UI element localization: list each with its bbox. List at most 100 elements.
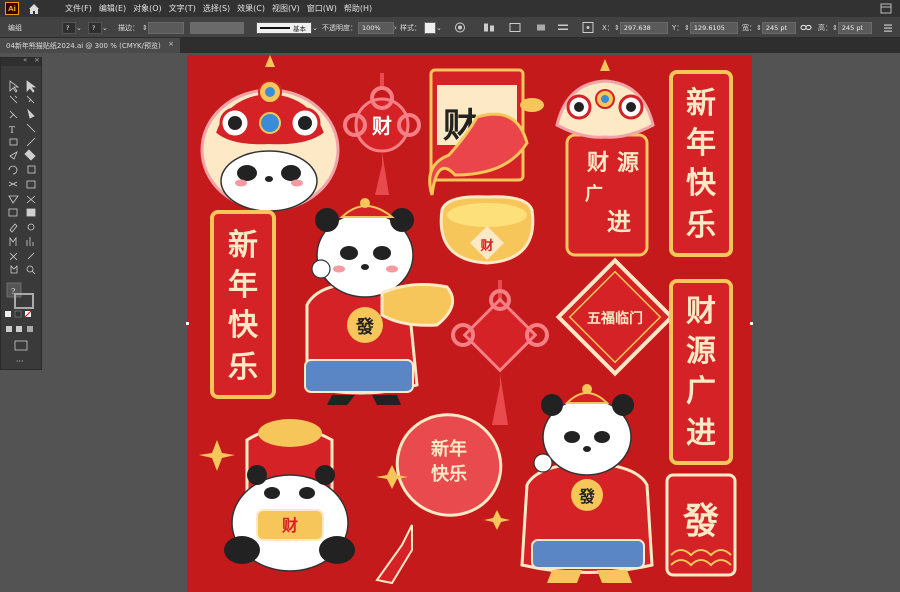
tools-panel: «× T ? ··· <box>0 56 42 370</box>
link-icon[interactable] <box>800 20 812 35</box>
document-tab-bar: 04新年熊猫贴纸2024.ai @ 300 % (CMYK/预览) × <box>0 38 900 53</box>
style-label: 样式： <box>400 23 421 32</box>
couplet-left-char-1: 年 <box>228 268 258 303</box>
tool-icons: T ? ··· <box>5 80 37 366</box>
couplet-rb-char-0: 财 <box>686 294 716 329</box>
couplet-rb-char-2: 广 <box>686 374 716 409</box>
more-options-icon[interactable] <box>556 20 570 35</box>
red-envelope-fish-sticker[interactable]: 财 <box>428 68 544 196</box>
lion-dance-tag-sticker[interactable]: 财 源 广 进 <box>555 59 655 257</box>
close-icon[interactable]: × <box>168 40 174 48</box>
tag-char-0: 财 <box>587 150 609 176</box>
couplet-left-char-2: 快 <box>228 308 259 343</box>
document-tab-title: 04新年熊猫贴纸2024.ai @ 300 % (CMYK/预览) <box>6 41 161 50</box>
tag-char-1: 源 <box>617 150 639 176</box>
svg-text:···: ··· <box>16 357 24 366</box>
align-icon[interactable] <box>482 20 496 35</box>
recolor-artwork-icon[interactable] <box>454 20 466 35</box>
transform-icon[interactable] <box>508 20 522 35</box>
menu-select[interactable]: 选择(S) <box>203 3 230 14</box>
lantern-text-1: 新年 <box>431 438 467 460</box>
selection-type-label: 编组 <box>8 23 22 32</box>
menu-file[interactable]: 文件(F) <box>65 3 92 14</box>
bag-char-cai: 财 <box>281 516 298 535</box>
panda-lucky-bag-sticker[interactable]: 财 <box>199 419 355 572</box>
chevron-down-icon[interactable]: ⌄ <box>76 24 82 32</box>
chevron-down-icon[interactable]: ⌄ <box>436 24 442 32</box>
menu-type[interactable]: 文字(T) <box>169 3 196 14</box>
couplet-right-char-0: 新 <box>686 86 716 121</box>
lantern-text-2: 快乐 <box>431 463 467 485</box>
height-field[interactable]: 245 pt <box>837 21 872 34</box>
menu-view[interactable]: 视图(V) <box>272 3 300 14</box>
tag-char-2: 广 <box>585 183 603 205</box>
couplet-left-char-3: 乐 <box>228 350 258 385</box>
width-field[interactable]: 245 pt <box>761 21 796 34</box>
stroke-label: 描边： <box>118 23 139 32</box>
workspace-switcher-icon[interactable] <box>880 3 892 14</box>
couplet-left-char-0: 新 <box>228 228 258 263</box>
selection-handle-right[interactable] <box>750 322 753 325</box>
menu-object[interactable]: 对象(O) <box>133 3 162 14</box>
menu-help[interactable]: 帮助(H) <box>344 3 372 14</box>
ingot-char-cai: 财 <box>480 238 493 254</box>
artboard[interactable]: 财 财 财 源 广 进 新 年 快 乐 财 新 年 快 乐 發 五福临门 财 源… <box>187 55 752 592</box>
control-bar: 编组 ? ⌄ ? ⌄ 描边： ⇕ 基本 ⌄ 不透明度： 100% › 样式： ⌄ X： … <box>0 17 900 38</box>
chinese-knot-sticker[interactable]: 财 <box>343 73 421 195</box>
diamond-text: 五福临门 <box>587 310 643 327</box>
menu-window[interactable]: 窗口(W) <box>307 3 337 14</box>
couplet-sticker-right-top[interactable]: 新 年 快 乐 <box>669 70 733 257</box>
home-icon[interactable] <box>27 2 41 15</box>
chevron-down-icon[interactable]: ⌄ <box>102 24 108 32</box>
variable-width-profile[interactable] <box>190 21 244 34</box>
couplet-right-char-3: 乐 <box>686 208 716 243</box>
width-label: 宽： <box>742 23 756 32</box>
chinese-knot-center-sticker[interactable] <box>451 280 549 425</box>
chevron-right-icon[interactable]: › <box>394 24 397 32</box>
y-label: Y： <box>672 23 684 32</box>
lion-dance-panda-sticker[interactable] <box>200 55 340 212</box>
x-label: X： <box>602 23 614 32</box>
selection-handle-left[interactable] <box>186 322 189 325</box>
fill-swatch[interactable]: ? <box>62 21 76 34</box>
knot-char-cai: 财 <box>372 114 392 138</box>
brush-definition-select[interactable]: 基本 <box>256 21 312 34</box>
menu-effect[interactable]: 效果(C) <box>237 3 265 14</box>
couplet-right-char-1: 年 <box>686 126 716 161</box>
y-field[interactable]: 129.6105 <box>689 21 738 34</box>
app-logo: Ai <box>5 2 19 15</box>
couplet-rb-char-3: 进 <box>686 416 716 451</box>
collapse-icon[interactable]: « <box>23 56 27 64</box>
gold-ingot-sticker[interactable]: 财 <box>439 195 535 265</box>
sticker-sheet: 财 财 财 源 广 进 新 年 快 乐 财 新 年 快 乐 發 五福临门 财 源… <box>199 55 737 585</box>
couplet-rb-char-1: 源 <box>686 334 716 369</box>
svg-text:T: T <box>9 126 15 136</box>
couplet-sticker-right-bottom[interactable]: 财 源 广 进 <box>669 279 733 465</box>
red-envelope-fa-sticker[interactable]: 發 <box>665 473 737 577</box>
panda-standing-sticker[interactable]: 發 <box>520 384 654 583</box>
opacity-field[interactable]: 100% <box>358 21 394 34</box>
isolate-icon[interactable] <box>534 20 548 35</box>
standing-panda-char-fa: 發 <box>578 487 596 506</box>
close-icon[interactable]: × <box>34 56 40 64</box>
tools-panel-header[interactable]: «× <box>1 56 41 66</box>
menu-edit[interactable]: 编辑(E) <box>99 3 126 14</box>
document-tab[interactable]: 04新年熊猫贴纸2024.ai @ 300 % (CMYK/预览) × <box>0 38 180 53</box>
envelope-char-fa: 發 <box>682 500 719 542</box>
fortune-diamond-sticker[interactable]: 五福临门 <box>555 257 675 377</box>
tag-char-3: 进 <box>607 207 631 236</box>
menu-bar: Ai 文件(F) 编辑(E) 对象(O) 文字(T) 选择(S) 效果(C) 视… <box>0 0 900 17</box>
opacity-label: 不透明度： <box>322 23 357 32</box>
stroke-swatch[interactable]: ? <box>88 21 102 34</box>
lantern-sticker[interactable]: 新年 快乐 <box>375 400 515 585</box>
panda-char-fa: 發 <box>355 316 375 338</box>
stroke-weight-field[interactable] <box>147 21 184 34</box>
couplet-right-char-2: 快 <box>686 166 717 201</box>
panel-menu-icon[interactable] <box>882 20 894 35</box>
reference-point-icon[interactable] <box>582 20 594 35</box>
graphic-style-swatch[interactable] <box>424 21 436 34</box>
couplet-sticker-left[interactable]: 新 年 快 乐 <box>210 210 276 399</box>
x-field[interactable]: 297.638 <box>619 21 668 34</box>
chevron-down-icon[interactable]: ⌄ <box>312 24 318 32</box>
panda-ingot-sticker[interactable]: 發 <box>304 198 455 405</box>
